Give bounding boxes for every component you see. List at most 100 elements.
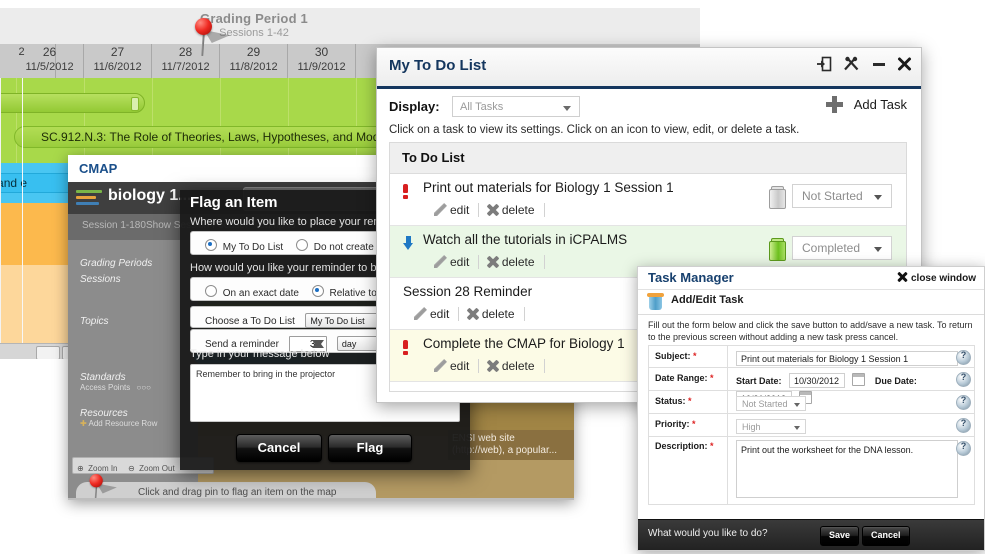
- cmap-pushpin[interactable]: [88, 474, 105, 500]
- todo-edit-button[interactable]: edit: [434, 255, 479, 269]
- flag-submit-button[interactable]: Flag: [328, 434, 412, 462]
- flag-message-label: Type in your message below: [190, 348, 329, 360]
- todo-delete-button[interactable]: delete: [487, 203, 545, 217]
- flag-choose-list-label: Choose a To Do List: [205, 316, 295, 327]
- priority-select[interactable]: High: [736, 419, 806, 434]
- pin-head: [90, 474, 103, 487]
- todo-delete-button[interactable]: delete: [467, 307, 525, 321]
- task-manager-close-button[interactable]: close window: [898, 272, 976, 284]
- status-select[interactable]: Not Started: [736, 396, 806, 411]
- day-date: 11/8/2012: [220, 60, 287, 75]
- day-cell-30[interactable]: 30 11/9/2012: [288, 44, 356, 78]
- task-manager-subheader: Add/Edit Task: [638, 289, 984, 315]
- start-date-label: Start Date:: [736, 376, 782, 386]
- task-manager-footer-question: What would you like to do?: [648, 528, 768, 539]
- todo-display-label: Display:: [389, 99, 440, 114]
- zoom-in-icon[interactable]: ⊕: [77, 464, 84, 473]
- task-manager-intro-text: Fill out the form below and click the sa…: [648, 319, 973, 343]
- help-icon[interactable]: [956, 418, 971, 433]
- task-progress-battery-icon: [769, 186, 784, 207]
- day-date: 11/5/2012: [16, 60, 83, 75]
- close-icon[interactable]: [897, 56, 912, 77]
- task-manager-subtitle: Add/Edit Task: [671, 294, 744, 306]
- task-manager-title: Task Manager: [648, 270, 734, 285]
- subject-input[interactable]: Print out materials for Biology 1 Sessio…: [736, 351, 958, 366]
- radio-icon[interactable]: [312, 285, 324, 297]
- required-mark: *: [688, 396, 692, 406]
- todo-titlebar-icons: [809, 56, 912, 76]
- description-textarea[interactable]: Print out the worksheet for the DNA less…: [736, 440, 958, 498]
- status-label: Status: *: [649, 391, 728, 413]
- flag-cancel-button[interactable]: Cancel: [236, 434, 322, 462]
- radio-icon[interactable]: [205, 285, 217, 297]
- task-manager-form: Subject: * Print out materials for Biolo…: [648, 345, 975, 505]
- day-cell-27[interactable]: 27 11/6/2012: [84, 44, 152, 78]
- todo-edit-button[interactable]: edit: [434, 203, 479, 217]
- todo-status-select[interactable]: Completed: [792, 236, 892, 260]
- help-icon[interactable]: [956, 441, 971, 456]
- calendar-icon[interactable]: [852, 373, 865, 386]
- x-icon: [467, 308, 479, 320]
- tools-icon[interactable]: [843, 56, 860, 77]
- cmap-row-standards[interactable]: Standards Access Points ○○○: [68, 372, 198, 392]
- task-manager-save-button[interactable]: Save: [820, 526, 859, 546]
- todo-list-header: To Do List: [390, 143, 906, 174]
- form-row-date-range: Date Range: * Start Date: 10/30/2012 Due…: [648, 368, 975, 391]
- radio-icon[interactable]: [296, 239, 308, 251]
- day-date: 11/6/2012: [84, 60, 151, 75]
- standard-pill[interactable]: SC.912.N.3: The Role of Theories, Laws, …: [14, 126, 414, 148]
- form-row-priority: Priority: * High: [648, 414, 975, 437]
- cmap-row-resources[interactable]: Resources ✚ Add Resource Row: [68, 408, 198, 428]
- todo-hint-text: Click on a task to view its settings. Cl…: [389, 124, 799, 136]
- cmap-row-grading-periods[interactable]: Grading Periods: [68, 258, 198, 269]
- minimize-icon[interactable]: [872, 56, 886, 77]
- todo-delete-button[interactable]: delete: [487, 255, 545, 269]
- grading-period-header: Grading Period 1 Sessions 1-42: [0, 8, 700, 45]
- help-icon[interactable]: [956, 350, 971, 365]
- grading-period-title: Grading Period 1: [144, 11, 364, 26]
- day-date: 11/9/2012: [288, 60, 355, 75]
- todo-display-row: Display: All Tasks: [389, 96, 580, 117]
- grid-line: [356, 78, 357, 163]
- zoom-out-label[interactable]: Zoom Out: [139, 464, 175, 473]
- radio-icon[interactable]: [205, 239, 217, 251]
- access-point-circles-icon: ○○○: [136, 383, 151, 392]
- todo-edit-button[interactable]: edit: [434, 359, 479, 373]
- help-icon[interactable]: [956, 372, 971, 387]
- start-date-input[interactable]: 10/30/2012: [789, 373, 845, 388]
- x-icon: [487, 256, 499, 268]
- flag-option-exact-date[interactable]: On an exact date: [205, 288, 302, 299]
- day-cell-26[interactable]: 26 11/5/2012: [16, 44, 84, 78]
- flag-option-my-todo-list[interactable]: My To Do List: [205, 242, 286, 253]
- cmap-row-sessions[interactable]: Sessions: [68, 274, 198, 285]
- grading-period-sessions: Sessions 1-42: [144, 27, 364, 39]
- required-mark: *: [710, 441, 714, 451]
- cpalms-logo-icon: [76, 190, 102, 206]
- pill-grip-handle[interactable]: [131, 97, 139, 111]
- todo-display-select[interactable]: All Tasks: [452, 96, 580, 117]
- popout-icon[interactable]: [816, 56, 832, 77]
- timeline-pushpin[interactable]: [193, 18, 215, 58]
- scrollbar-thumb[interactable]: [36, 346, 60, 360]
- task-manager-cancel-button[interactable]: Cancel: [862, 526, 910, 546]
- todo-add-task-button[interactable]: Add Task: [826, 96, 907, 118]
- pencil-icon: [434, 203, 447, 216]
- x-icon: [487, 360, 499, 372]
- zoom-in-label[interactable]: Zoom In: [88, 464, 117, 473]
- day-number: 26: [16, 44, 83, 60]
- todo-status-select[interactable]: Not Started: [792, 184, 892, 208]
- description-label: Description: *: [649, 437, 728, 504]
- form-row-status: Status: * Not Started: [648, 391, 975, 414]
- help-icon[interactable]: [956, 395, 971, 410]
- cmap-row-topics[interactable]: Topics: [68, 316, 198, 327]
- day-date: 11/7/2012: [152, 60, 219, 75]
- todo-edit-button[interactable]: edit: [414, 307, 459, 321]
- todo-task-row[interactable]: Print out materials for Biology 1 Sessio…: [390, 174, 906, 226]
- flag-dialog-title: Flag an Item: [190, 194, 278, 211]
- todo-task-actions: edit delete: [434, 201, 548, 219]
- todo-delete-button[interactable]: delete: [487, 359, 545, 373]
- day-cell-29[interactable]: 29 11/8/2012: [220, 44, 288, 78]
- pencil-icon: [434, 255, 447, 268]
- zoom-out-icon[interactable]: ⊖: [128, 464, 135, 473]
- plus-icon: ✚: [80, 419, 87, 428]
